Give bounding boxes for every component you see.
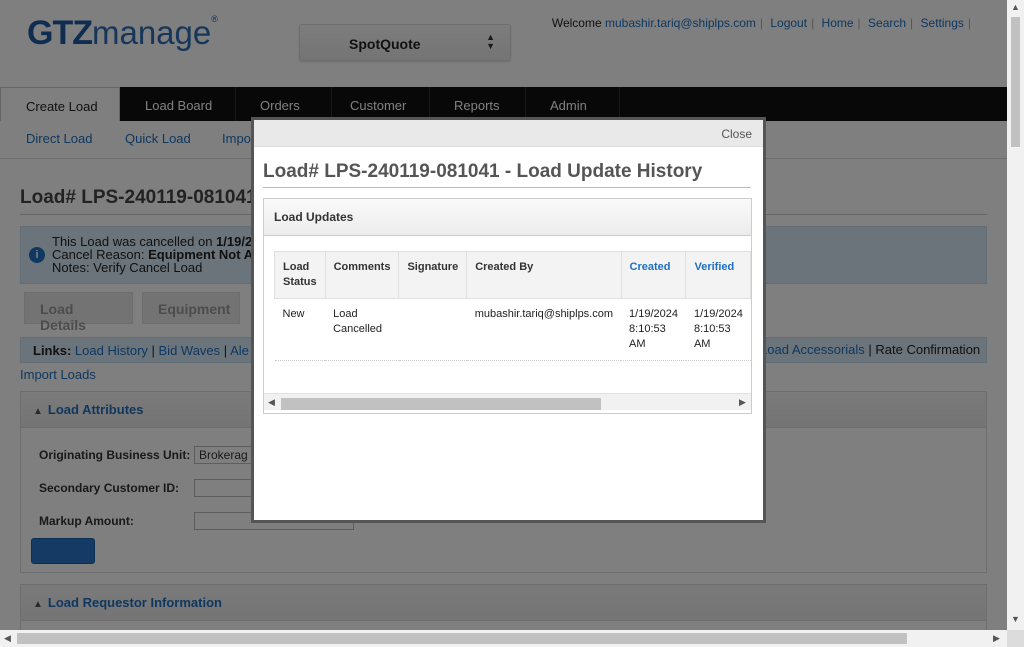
- col-created[interactable]: Created: [620, 251, 687, 299]
- col-signature[interactable]: Signature: [398, 251, 468, 299]
- modal-titlebar: [254, 120, 763, 147]
- scroll-down-arrow-icon[interactable]: ▼: [1011, 614, 1020, 624]
- modal-title: Load# LPS-240119-081041 - Load Update Hi…: [263, 161, 703, 182]
- close-button[interactable]: Close: [721, 127, 752, 141]
- horizontal-scroll-thumb[interactable]: [17, 633, 907, 644]
- scroll-left-arrow-icon[interactable]: ◀: [268, 397, 275, 408]
- table-scroll-thumb[interactable]: [281, 398, 601, 410]
- cell-created: 1/19/2024 8:10:53 AM: [621, 298, 686, 361]
- window-vertical-scrollbar[interactable]: ▲ ▼: [1007, 0, 1024, 630]
- col-load-status[interactable]: Load Status: [274, 251, 326, 299]
- load-updates-table: Load Status Comments Signature Created B…: [274, 251, 751, 361]
- scroll-up-arrow-icon[interactable]: ▲: [1011, 2, 1020, 12]
- window-horizontal-scrollbar[interactable]: ◀ ▶: [0, 630, 1007, 647]
- vertical-scroll-thumb[interactable]: [1011, 17, 1020, 147]
- table-horizontal-scrollbar[interactable]: ◀ ▶: [264, 393, 751, 410]
- cell-signature: [398, 298, 467, 361]
- table-row[interactable]: New Load Cancelled mubashir.tariq@shiplp…: [274, 298, 751, 361]
- col-comments[interactable]: Comments: [324, 251, 400, 299]
- scroll-right-arrow-icon[interactable]: ▶: [993, 633, 1000, 644]
- load-updates-header: Load Updates: [264, 199, 751, 236]
- cell-verified: 1/19/2024 8:10:53 AM: [685, 298, 751, 361]
- scrollbar-corner: [1007, 630, 1024, 647]
- cell-status: New: [274, 298, 326, 361]
- col-verified[interactable]: Verified: [685, 251, 751, 299]
- load-updates-panel: Load Updates Load Status Comments Signat…: [263, 198, 752, 414]
- cell-comments: Load Cancelled: [325, 298, 399, 361]
- scroll-left-arrow-icon[interactable]: ◀: [4, 633, 11, 644]
- modal-divider: [263, 187, 751, 188]
- load-update-history-modal: Close Load# LPS-240119-081041 - Load Upd…: [251, 117, 766, 523]
- col-created-by[interactable]: Created By: [466, 251, 622, 299]
- scroll-right-arrow-icon[interactable]: ▶: [739, 397, 746, 408]
- cell-created-by: mubashir.tariq@shiplps.com: [466, 298, 622, 361]
